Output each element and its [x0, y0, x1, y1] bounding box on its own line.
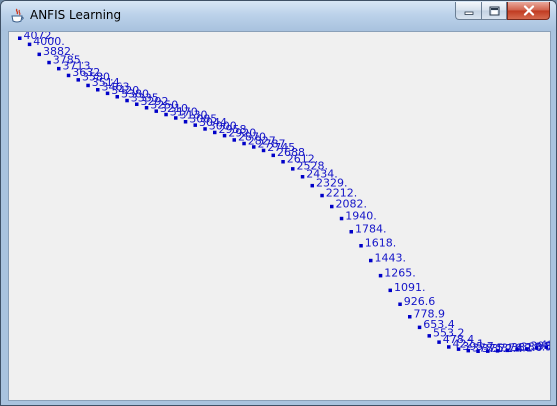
data-point [417, 325, 422, 330]
data-point [476, 349, 480, 353]
data-point [232, 138, 236, 142]
window-title: ANFIS Learning [30, 8, 122, 22]
data-point [349, 230, 353, 234]
data-point [281, 160, 285, 164]
data-label: 926.6 [404, 295, 436, 308]
data-point [47, 60, 51, 65]
data-point [300, 175, 305, 179]
data-point [261, 148, 266, 153]
data-point [203, 127, 207, 131]
data-point [505, 348, 509, 353]
data-point [427, 334, 431, 338]
chart-panel: 4072. 4000. 3882. 3785. 3713. 3632. 3580. 3514.… [8, 31, 551, 401]
data-point [466, 348, 470, 353]
data-point [447, 345, 451, 349]
data-point [125, 98, 129, 103]
close-icon [523, 5, 534, 16]
data-point [378, 273, 383, 278]
data-point [105, 91, 110, 96]
data-point [408, 315, 412, 319]
data-point [144, 106, 149, 110]
data-point [398, 302, 402, 306]
data-point [486, 349, 490, 353]
data-label: 1443. [375, 251, 407, 264]
data-label: 1940. [345, 209, 377, 222]
data-point [18, 36, 22, 40]
data-point [164, 112, 168, 117]
data-point [388, 288, 392, 293]
data-point [330, 204, 334, 209]
data-point [154, 109, 158, 113]
data-point [271, 153, 275, 158]
data-point [135, 102, 139, 106]
close-button[interactable] [507, 2, 550, 20]
maximize-button[interactable] [481, 2, 507, 20]
title-bar[interactable]: ANFIS Learning [1, 1, 556, 31]
data-point [339, 216, 344, 221]
java-cup-icon [11, 8, 24, 23]
data-point [193, 123, 197, 127]
data-label: 1618. [365, 237, 397, 250]
minimize-button[interactable] [455, 2, 481, 20]
anfis-learning-window: ANFIS Learning 4072. 4000. 3882. 3785. 3… [0, 0, 557, 406]
data-label: 410.2 [540, 339, 550, 352]
data-point [291, 167, 295, 171]
data-point [369, 258, 373, 263]
data-point [242, 141, 246, 146]
data-point [222, 133, 227, 138]
data-point [534, 346, 539, 350]
minimize-icon [464, 11, 473, 15]
data-point [252, 145, 256, 149]
data-label: 1091. [394, 281, 426, 294]
data-point [96, 88, 100, 92]
data-point [525, 347, 529, 351]
data-point [57, 66, 61, 71]
learning-error-plot: 4072.4000.3882.3785.3713.3632.3580.3514.… [18, 32, 550, 355]
data-point [320, 193, 324, 198]
data-point [66, 73, 71, 78]
data-point [86, 83, 90, 88]
data-point [359, 244, 363, 248]
data-point [456, 347, 461, 351]
data-point [37, 52, 41, 57]
data-label: 1784. [355, 223, 387, 236]
data-point [310, 183, 314, 188]
data-label: 1265. [384, 266, 416, 279]
maximize-icon [489, 6, 499, 15]
data-point [437, 340, 441, 344]
data-point [213, 130, 217, 135]
data-point [544, 345, 548, 349]
data-point [174, 116, 178, 120]
data-point [76, 78, 80, 82]
data-point [515, 348, 519, 352]
data-point [27, 42, 32, 47]
data-point [183, 120, 188, 124]
data-point [495, 349, 500, 353]
data-point [115, 95, 119, 99]
caption-buttons [455, 2, 550, 21]
